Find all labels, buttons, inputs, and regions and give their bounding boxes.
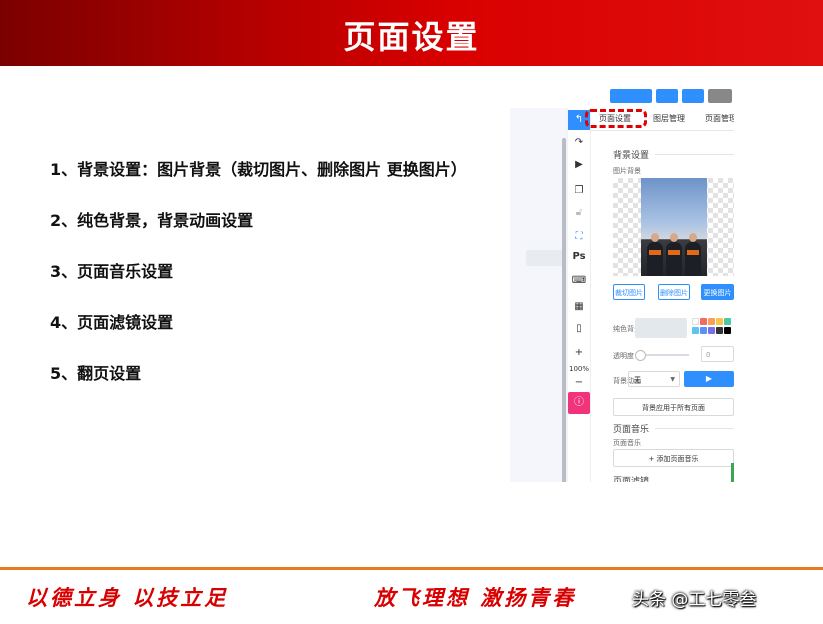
divider — [655, 154, 734, 155]
music-section-title: 页面音乐 — [613, 425, 650, 435]
tab-layer-management[interactable]: 图层管理 — [653, 113, 685, 124]
side-tab[interactable] — [731, 463, 734, 482]
tab-highlight-box — [585, 109, 647, 128]
canvas-placeholder — [526, 250, 566, 266]
opacity-label: 透明度 — [613, 352, 634, 360]
list-item: 3、页面音乐设置 — [50, 262, 174, 281]
topbar-button[interactable] — [610, 89, 652, 103]
settings-panel: 页面设置 图层管理 页面管理 背景设置 图片背景 裁切图片 删除图片 更换图片 … — [585, 108, 734, 482]
scan-icon[interactable]: ⛶ — [568, 230, 590, 244]
filter-section-title: 页面滤镜 — [613, 477, 650, 482]
apply-to-all-pages-button[interactable]: 背景应用于所有页面 — [613, 398, 734, 416]
opacity-input[interactable]: 0 — [701, 346, 734, 362]
opacity-slider-handle[interactable] — [635, 350, 646, 361]
editor-topbar — [510, 86, 734, 108]
color-swatch[interactable] — [692, 318, 699, 325]
color-swatch[interactable] — [724, 318, 731, 325]
copy-icon[interactable]: ❐ — [568, 184, 590, 198]
topbar-button[interactable] — [708, 89, 732, 103]
color-swatch[interactable] — [692, 327, 699, 334]
color-preview[interactable] — [635, 318, 687, 338]
slogan-right: 放飞理想 激扬青春 — [374, 585, 577, 610]
slogan-left: 以德立身 以技立足 — [26, 585, 229, 610]
color-swatch[interactable] — [700, 327, 707, 334]
photo-person — [685, 233, 701, 276]
editor-screenshot: ↰ ↷ ▶ ❐ 🔓︎ ⛶ Ps ⌨ ▦ ▯ + 100% − ⓘ 页面设置 图层… — [510, 86, 734, 482]
background-section-title: 背景设置 — [613, 151, 650, 161]
color-swatch[interactable] — [708, 327, 715, 334]
animation-select-value: 无 — [634, 376, 641, 384]
watermark: 头条 @工七零叁 — [632, 590, 757, 610]
zoom-in-icon[interactable]: + — [568, 346, 590, 360]
side-toolbar: ↰ ↷ ▶ ❐ 🔓︎ ⛶ Ps ⌨ ▦ ▯ + 100% − ⓘ — [568, 108, 591, 482]
topbar-button[interactable] — [656, 89, 678, 103]
list-item: 1、背景设置：图片背景（裁切图片、删除图片 更换图片） — [50, 160, 467, 179]
lock-icon[interactable]: 🔓︎ — [568, 206, 590, 220]
page-music-label: 页面音乐 — [613, 439, 641, 447]
color-swatch[interactable] — [700, 318, 707, 325]
ps-icon[interactable]: Ps — [568, 250, 590, 264]
replace-image-button[interactable]: 更换图片 — [701, 284, 734, 300]
page-title: 页面设置 — [343, 18, 480, 56]
photo-person — [666, 233, 682, 276]
background-image-preview[interactable] — [613, 178, 734, 276]
photo-person — [647, 233, 663, 276]
list-item: 5、翻页设置 — [50, 364, 142, 383]
play-animation-button[interactable]: ▶ — [684, 371, 734, 387]
list-item: 4、页面滤镜设置 — [50, 313, 174, 332]
animation-select[interactable]: 无 ▼ — [628, 371, 680, 387]
divider — [655, 428, 734, 429]
add-music-button[interactable]: + 添加页面音乐 — [613, 449, 734, 467]
mobile-icon[interactable]: ▯ — [568, 322, 590, 336]
settings-list: 1、背景设置：图片背景（裁切图片、删除图片 更换图片） 2、纯色背景，背景动画设… — [50, 160, 467, 415]
zoom-level: 100% — [568, 365, 589, 373]
color-swatch[interactable] — [716, 327, 723, 334]
color-swatch[interactable] — [708, 318, 715, 325]
color-swatch[interactable] — [724, 327, 731, 334]
topbar-button[interactable] — [682, 89, 704, 103]
background-photo — [641, 178, 707, 276]
keyboard-icon[interactable]: ⌨ — [568, 274, 590, 288]
delete-image-button[interactable]: 删除图片 — [658, 284, 690, 300]
grid-icon[interactable]: ▦ — [568, 300, 590, 314]
image-background-label: 图片背景 — [613, 167, 641, 175]
title-banner: 页面设置 — [0, 0, 823, 66]
scrollbar[interactable] — [562, 138, 566, 482]
zoom-out-icon[interactable]: − — [568, 376, 590, 390]
color-swatch[interactable] — [716, 318, 723, 325]
list-item: 2、纯色背景，背景动画设置 — [50, 211, 254, 230]
redo-icon[interactable]: ↷ — [568, 136, 590, 150]
play-icon[interactable]: ▶ — [568, 158, 590, 172]
alert-icon[interactable]: ⓘ — [568, 392, 590, 414]
canvas-area — [510, 108, 566, 482]
opacity-slider-track[interactable] — [639, 354, 689, 356]
crop-image-button[interactable]: 裁切图片 — [613, 284, 645, 300]
panel-tabs: 页面设置 图层管理 页面管理 — [585, 108, 734, 131]
chevron-down-icon: ▼ — [670, 376, 675, 383]
tab-page-management[interactable]: 页面管理 — [705, 113, 734, 124]
